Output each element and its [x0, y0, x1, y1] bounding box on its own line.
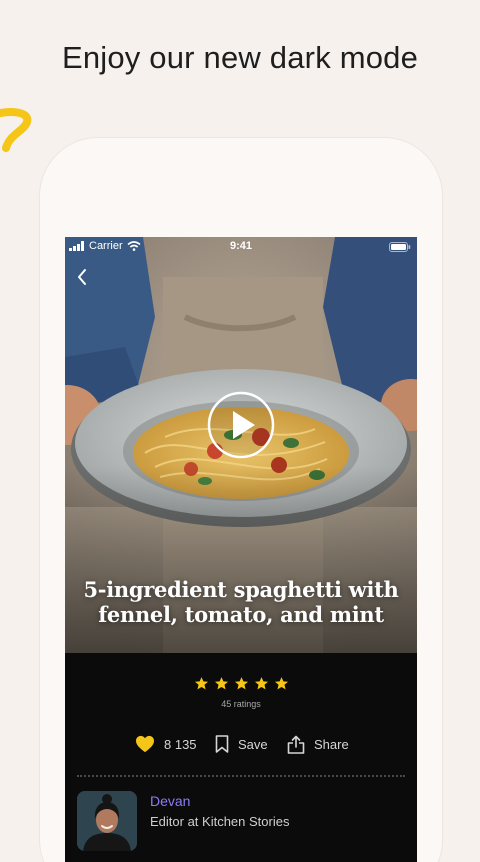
save-label: Save [238, 736, 268, 752]
bookmark-icon [215, 735, 229, 753]
ratings-count: 45 ratings [221, 699, 261, 709]
status-bar: Carrier 9:41 [65, 237, 417, 257]
recipe-hero-image: Carrier 9:41 5-ingredient spaghetti with… [65, 237, 417, 653]
battery-icon [389, 242, 411, 252]
promo-headline: Enjoy our new dark mode [61, 40, 419, 75]
author-role: Editor at Kitchen Stories [150, 814, 290, 829]
like-button[interactable]: 8 135 [135, 735, 197, 753]
status-time: 9:41 [229, 240, 253, 252]
recipe-title-line1: 5-ingredient spaghetti with [83, 577, 399, 602]
share-label: Share [314, 737, 349, 752]
like-count: 8 135 [164, 736, 197, 752]
action-bar: 8 135 Save Share [65, 735, 417, 757]
star-icon [274, 677, 288, 690]
author-photo [77, 791, 137, 851]
share-button[interactable]: Share [287, 735, 349, 754]
recipe-title: 5-ingredient spaghetti with fennel, toma… [65, 577, 417, 627]
heart-icon [136, 735, 154, 753]
star-icon [254, 677, 268, 690]
author-name-link[interactable]: Devan [150, 793, 190, 809]
star-icon [214, 677, 228, 690]
author-avatar[interactable] [77, 791, 137, 851]
back-arrow-icon[interactable] [71, 265, 95, 289]
rating-stars[interactable] [65, 676, 417, 691]
section-divider [77, 775, 405, 777]
decorative-squiggle [0, 108, 32, 152]
star-icon [234, 677, 248, 690]
star-icon [194, 677, 208, 690]
recipe-title-line2: fennel, tomato, and mint [98, 602, 384, 627]
play-video-button[interactable] [207, 391, 275, 459]
share-icon [287, 735, 305, 754]
save-button[interactable]: Save [215, 735, 268, 753]
app-screen: Carrier 9:41 5-ingredient spaghetti with… [65, 237, 417, 862]
